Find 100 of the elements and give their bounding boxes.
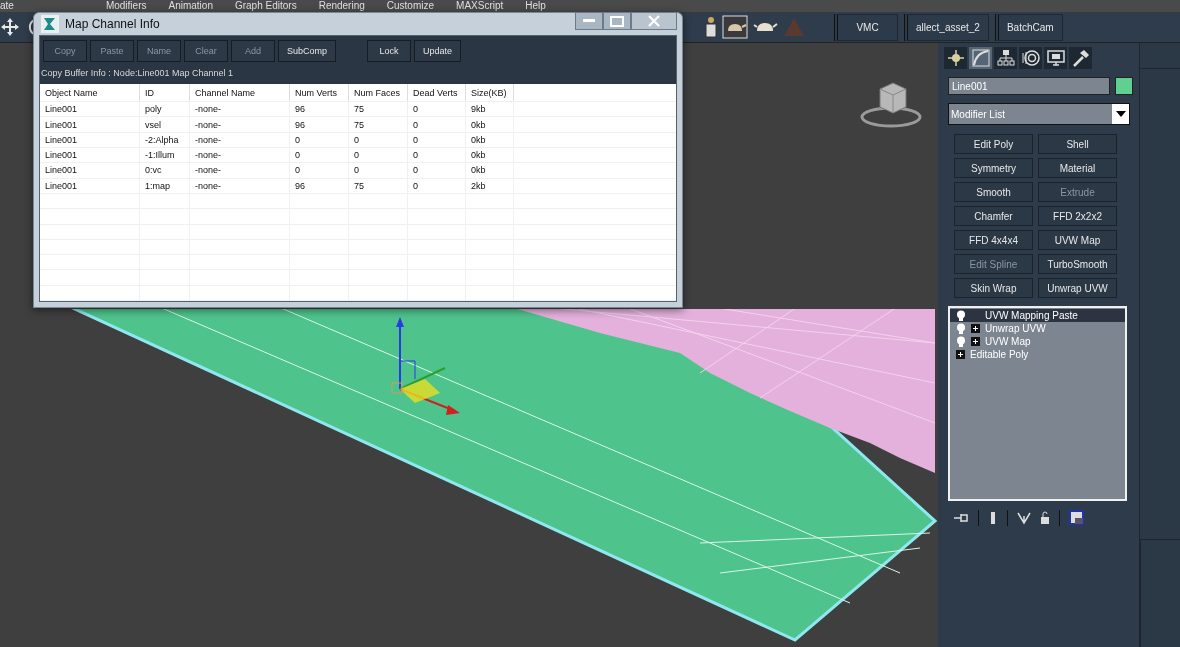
table-cell: vsel [140, 117, 190, 132]
modifier-button[interactable]: Unwrap UVW [1038, 278, 1117, 298]
table-cell: 0kb [466, 163, 514, 178]
minimize-button[interactable] [575, 12, 603, 30]
bar-icon[interactable] [988, 511, 998, 525]
column-header[interactable]: Size(KB) [466, 84, 514, 102]
table-cell: 96 [290, 178, 349, 193]
table-cell: -none- [190, 117, 290, 132]
configure-icon[interactable] [1069, 510, 1085, 526]
object-name-field[interactable]: Line001 [948, 77, 1110, 95]
copy-buffer-info: Copy Buffer Info : Node:Line001 Map Channel 1 [40, 67, 234, 81]
table-cell: 1:map [140, 178, 190, 193]
sun-icon [947, 50, 964, 66]
minimize-icon [583, 19, 595, 23]
panel-tab[interactable] [1069, 47, 1092, 69]
table-cell: -none- [190, 132, 290, 148]
menu-item[interactable]: Help [525, 0, 546, 12]
column-header[interactable]: Channel Name [190, 84, 290, 102]
teapot-icon[interactable] [722, 15, 748, 39]
table-cell: 0 [408, 132, 466, 148]
modifier-button[interactable]: Edit Poly [954, 134, 1033, 154]
menu-item[interactable]: Animation [168, 0, 213, 12]
table-cell: Line001 [40, 117, 140, 132]
table-cell: 0kb [466, 117, 514, 132]
menu-item[interactable]: Modifiers [105, 0, 147, 12]
modifier-button[interactable]: Skin Wrap [954, 278, 1033, 298]
table-cell: 0 [408, 163, 466, 178]
fork-icon[interactable] [1017, 511, 1031, 525]
table-cell: 0 [349, 132, 408, 148]
monitor-icon [1046, 49, 1065, 67]
render-setup-icon[interactable] [704, 15, 718, 39]
table-cell: Line001 [40, 178, 140, 193]
menu-item[interactable]: ate [0, 0, 14, 12]
table-cell: 2kb [466, 178, 514, 193]
column-header[interactable]: Num Faces [349, 84, 408, 102]
panel-tab[interactable] [944, 47, 967, 69]
menu-item[interactable]: Graph Editors [234, 0, 297, 12]
stack-item[interactable]: UVW Map [950, 335, 1125, 348]
dialog-button[interactable]: SubComp [278, 40, 337, 63]
menu-item[interactable]: Customize [386, 0, 435, 12]
table-cell: 0 [349, 163, 408, 178]
toolbar-tab[interactable]: VMC [834, 13, 898, 41]
table-cell: -2:Alpha [140, 132, 190, 148]
close-button[interactable] [631, 12, 677, 30]
column-header[interactable]: Dead Verts [408, 84, 466, 102]
dialog-button[interactable]: Update [414, 40, 462, 63]
panel-tab[interactable] [1044, 47, 1067, 69]
stack-item[interactable]: Editable Poly [950, 348, 1125, 361]
dialog-button[interactable]: Lock [367, 40, 412, 63]
close-icon [648, 15, 660, 27]
stack-label: UVW Map [985, 336, 1031, 347]
column-header[interactable]: Object Name [40, 84, 140, 102]
table-cell: Line001 [40, 148, 140, 163]
modifier-button[interactable]: Shell [1038, 134, 1117, 154]
modifier-button[interactable]: FFD 2x2x2 [1038, 206, 1117, 226]
table-cell: 0kb [466, 132, 514, 148]
modifier-button[interactable]: Smooth [954, 182, 1033, 202]
table-cell: 0 [408, 178, 466, 193]
maximize-button[interactable] [603, 12, 631, 30]
modifier-button[interactable]: Chamfer [954, 206, 1033, 226]
modifier-button[interactable]: UVW Map [1038, 230, 1117, 250]
modifier-button[interactable]: Symmetry [954, 158, 1033, 178]
expand-icon[interactable] [956, 350, 965, 359]
menu-item[interactable]: Rendering [318, 0, 365, 12]
hierarchy-icon [996, 49, 1015, 67]
table-cell: 75 [349, 178, 408, 193]
menu-item[interactable]: MAXScript [456, 0, 504, 12]
window-title: Map Channel Info [65, 17, 160, 32]
table-cell: -none- [190, 102, 290, 117]
panel-tab[interactable] [994, 47, 1017, 69]
table-cell: Line001 [40, 132, 140, 148]
move-icon[interactable] [0, 16, 20, 38]
stack-item[interactable]: UVW Mapping Paste [950, 309, 1125, 322]
table-cell: Line001 [40, 102, 140, 117]
column-header[interactable]: ID [140, 84, 190, 102]
table-cell: 96 [290, 117, 349, 132]
object-color-swatch[interactable] [1115, 77, 1133, 95]
lock-icon[interactable] [1040, 511, 1050, 525]
table-cell: 0 [408, 148, 466, 163]
table-cell: 0 [290, 163, 349, 178]
modifier-button[interactable]: Material [1038, 158, 1117, 178]
table-cell: -none- [190, 163, 290, 178]
caret-icon [1115, 111, 1126, 117]
column-header[interactable]: Num Verts [290, 84, 349, 102]
pin-icon[interactable] [953, 511, 969, 525]
stack-label: UVW Mapping Paste [985, 310, 1078, 321]
toolbar-tab[interactable]: allect_asset_2 [904, 13, 989, 41]
toolbar-tab[interactable]: BatchCam [994, 13, 1063, 41]
modifier-list-dropdown[interactable]: Modifier List [948, 103, 1130, 125]
table-cell: 96 [290, 102, 349, 117]
expand-icon[interactable] [971, 337, 980, 346]
panel-tab[interactable] [1019, 47, 1042, 69]
table-cell: poly [140, 102, 190, 117]
stack-item[interactable]: Unwrap UVW [950, 322, 1125, 335]
table-cell: 0kb [466, 148, 514, 163]
modifier-button[interactable]: TurboSmooth [1038, 254, 1117, 274]
modifier-button[interactable]: FFD 4x4x4 [954, 230, 1033, 250]
table-cell: -1:Illum [140, 148, 190, 163]
bulb-icon[interactable] [956, 309, 966, 322]
expand-icon[interactable] [971, 324, 980, 333]
